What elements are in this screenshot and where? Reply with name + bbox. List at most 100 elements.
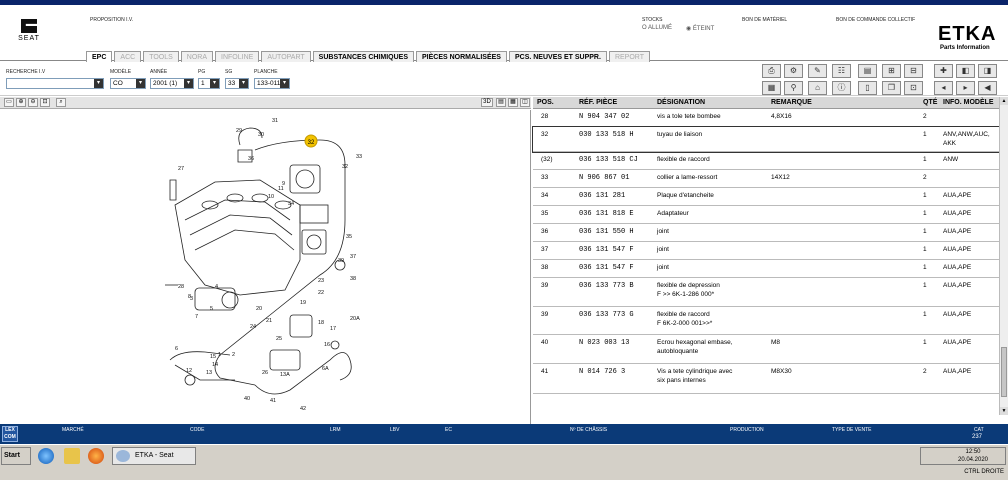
callout-label[interactable]: 20A (350, 316, 360, 322)
order-icon[interactable]: ⚙ (784, 64, 803, 78)
cart-add-icon[interactable]: ⊞ (882, 64, 901, 78)
chevron-down-icon[interactable]: ▾ (210, 79, 219, 88)
zoom-area-icon[interactable]: ⊡ (40, 98, 50, 107)
info-icon[interactable]: ⓘ (832, 81, 851, 95)
view-grid-icon[interactable]: ▦ (508, 98, 518, 107)
callout-label[interactable]: 41 (270, 398, 276, 404)
callout-label[interactable]: 6 (175, 346, 178, 352)
callout-label[interactable]: 20 (256, 306, 262, 312)
bon-materiel-label[interactable]: BON DE MATÉRIEL (742, 17, 787, 23)
callout-label[interactable]: 30 (258, 132, 264, 138)
callout-label[interactable]: 39 (338, 258, 344, 264)
stock-allume-radio[interactable]: O ALLUMÉ (642, 25, 672, 31)
3d-button[interactable]: 3D (481, 98, 493, 107)
folder-icon[interactable] (64, 448, 80, 464)
table-row[interactable]: (32) 036 133 518 CJ flexible de raccord 1 AN… (533, 152, 999, 170)
callout-label[interactable]: 15 (210, 354, 216, 360)
callout-label[interactable]: 16 (324, 342, 330, 348)
ie-icon[interactable] (38, 448, 54, 464)
callout-label[interactable]: 10 (268, 194, 274, 200)
exploded-parts-diagram[interactable]: 32 29 31 30 36 33 32 34 11 10 9 27 28 8 7 5 4 3 2 1 35 37 39 3… (0, 110, 531, 424)
callout-label[interactable]: 31 (272, 118, 278, 124)
callout-label[interactable]: 29 (236, 128, 242, 134)
magnifier-icon[interactable]: ⌕ (56, 98, 66, 107)
table-row[interactable]: 28 N 904 347 02 vis a tole tete bombee 4,8X… (533, 109, 999, 127)
parts-icon[interactable]: ☷ (832, 64, 851, 78)
callout-label[interactable]: 33 (356, 154, 362, 160)
callout-label[interactable]: 32 (342, 164, 348, 170)
callout-label[interactable]: 13 (206, 370, 212, 376)
scroll-down-icon[interactable]: ▼ (1000, 407, 1008, 415)
table-row[interactable]: 35 036 131 818 E Adaptateur 1 AUA,APE (533, 206, 999, 224)
callout-label[interactable]: 21 (266, 318, 272, 324)
col-info[interactable]: INFO. MODÈLE (943, 99, 994, 106)
vehicle-icon[interactable]: ⌂ (808, 81, 827, 95)
arrow-left-icon[interactable]: ◀ (978, 81, 997, 95)
table-scrollbar[interactable]: ▲ ▼ (999, 97, 1008, 415)
callout-label[interactable]: 3 (190, 296, 193, 302)
pg-select[interactable]: 1 ▾ (198, 78, 220, 89)
back-icon[interactable]: ◂ (934, 81, 953, 95)
sg-select[interactable]: 33 ▾ (225, 78, 249, 89)
planche-select[interactable]: 133-011 ▾ (254, 78, 290, 89)
list-icon[interactable]: ▦ (762, 81, 781, 95)
system-clock[interactable]: 12:50 20.04.2020 (920, 447, 1006, 465)
table-row[interactable]: 41 N 014 726 3 Vis a tete cylindrique avec… (533, 364, 999, 394)
view-split-icon[interactable]: ◫ (520, 98, 530, 107)
table-row[interactable]: 38 036 131 547 F joint 1 AUA,APE (533, 260, 999, 278)
callout-label[interactable]: 40 (244, 396, 250, 402)
callout-label[interactable]: 35 (346, 234, 352, 240)
callout-label[interactable]: 36 (248, 156, 254, 162)
bon-commande-label[interactable]: BON DE COMMANDE COLLECTIF (836, 17, 915, 23)
basket-icon[interactable]: ⊡ (904, 81, 923, 95)
table-row[interactable]: 33 N 906 867 01 collier a lame-ressort 14X1… (533, 170, 999, 188)
search-part-icon[interactable]: ⚲ (784, 81, 803, 95)
table-row[interactable]: 39 036 133 773 G flexible de raccord 1 AUA,A… (533, 307, 999, 335)
table-row[interactable]: 40 N 023 003 13 Ecrou hexagonal embase, M8 1… (533, 335, 999, 364)
callout-label[interactable]: 18 (318, 320, 324, 326)
chevron-down-icon[interactable]: ▾ (94, 79, 103, 88)
annee-select[interactable]: 2001 (1) ▾ (150, 78, 194, 89)
language-indicator[interactable]: CTRL DROITE (964, 469, 1004, 475)
callout-label[interactable]: 7 (195, 314, 198, 320)
callout-label[interactable]: 4 (215, 284, 218, 290)
callout-label[interactable]: 26 (262, 370, 268, 376)
pin-icon[interactable]: ✚ (934, 64, 953, 78)
table-row[interactable]: 37 036 131 547 F joint 1 AUA,APE (533, 242, 999, 260)
zoom-in-icon[interactable]: ⊕ (16, 98, 26, 107)
table-row[interactable]: 36 036 131 550 H joint 1 AUA,APE (533, 224, 999, 242)
callout-label[interactable]: 2 (232, 352, 235, 358)
prev-page-icon[interactable]: ◧ (956, 64, 975, 78)
scroll-thumb[interactable] (1001, 347, 1007, 397)
col-qte[interactable]: QTÉ (923, 99, 937, 106)
callout-label[interactable]: 24 (250, 324, 256, 330)
col-ref[interactable]: RÉF. PIÈCE (579, 99, 617, 106)
callout-label[interactable]: 14 (212, 362, 218, 368)
tool-icon[interactable]: ✎ (808, 64, 827, 78)
callout-label[interactable]: 25 (276, 336, 282, 342)
next-page-icon[interactable]: ◨ (978, 64, 997, 78)
forward-icon[interactable]: ▸ (956, 81, 975, 95)
callout-label[interactable]: 23 (318, 278, 324, 284)
callout-label[interactable]: 17 (330, 326, 336, 332)
chevron-down-icon[interactable]: ▾ (184, 79, 193, 88)
callout-label[interactable]: 22 (318, 290, 324, 296)
chevron-down-icon[interactable]: ▾ (239, 79, 248, 88)
taskbar-etka-item[interactable]: ETKA - Seat (112, 447, 196, 465)
start-button[interactable]: Start (1, 447, 31, 465)
callout-label[interactable]: 5 (210, 306, 213, 312)
table-row[interactable]: 32 030 133 518 H tuyau de liaison 1 ANV,ANW,… (532, 126, 1000, 153)
col-pos[interactable]: POS. (537, 99, 554, 106)
callout-label[interactable]: 6A (322, 366, 329, 372)
view-list-icon[interactable]: ▤ (496, 98, 506, 107)
stock-eteint-radio[interactable]: ◉ ÉTEINT (686, 25, 714, 32)
zoom-out-icon[interactable]: ⊖ (28, 98, 38, 107)
callout-label[interactable]: 42 (300, 406, 306, 412)
callout-label[interactable]: 28 (178, 284, 184, 290)
table-row[interactable]: 39 036 133 773 B flexible de depression 1 AU… (533, 278, 999, 307)
print-icon[interactable]: ⎙ (762, 64, 781, 78)
table-row[interactable]: 34 036 131 281 Plaque d'etancheite 1 AUA,APE (533, 188, 999, 206)
firefox-icon[interactable] (88, 448, 104, 464)
callout-label[interactable]: 37 (350, 254, 356, 260)
cart-icon[interactable]: ⊟ (904, 64, 923, 78)
